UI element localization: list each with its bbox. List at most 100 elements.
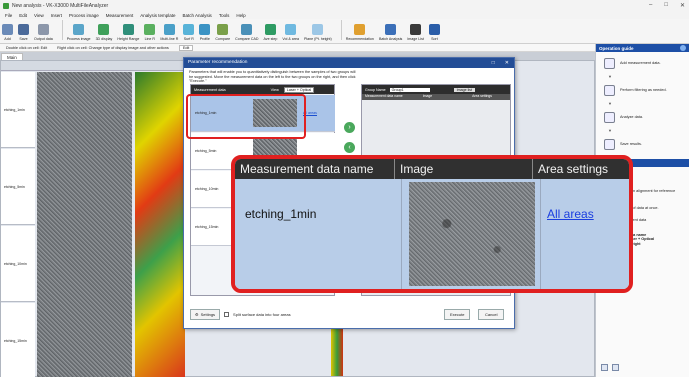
- volume-icon: [285, 24, 297, 35]
- process-image-icon: [73, 24, 85, 35]
- save-icon: [18, 24, 29, 35]
- multi-line-icon: [163, 24, 175, 35]
- zoom-divider: [401, 179, 402, 289]
- menu-bar: File Edit View Insert Process image Meas…: [0, 11, 689, 19]
- tab-main[interactable]: Main: [1, 53, 23, 60]
- dialog-title-bar: Parameter recommendation □ ✕: [184, 58, 514, 68]
- guide-step-add[interactable]: Add measurement data.: [596, 52, 689, 74]
- cad-icon: [241, 24, 253, 35]
- save-button[interactable]: Save: [18, 24, 29, 41]
- zoom-divider: [540, 179, 541, 289]
- grid-image-column[interactable]: [37, 72, 132, 377]
- height-range-button[interactable]: Height Range: [117, 24, 139, 41]
- plane-height-button[interactable]: Plane (Pt. height): [304, 24, 332, 41]
- zoom-thumbnail: [409, 182, 535, 286]
- scroll-down-icon[interactable]: [612, 364, 619, 371]
- gear-icon: ⚙: [195, 311, 199, 317]
- surf-icon: [183, 24, 195, 35]
- guide-step-analyze[interactable]: Analyze data.: [596, 106, 689, 128]
- ave-step-button[interactable]: Ave step: [263, 24, 277, 41]
- zoom-all-areas-link[interactable]: All areas: [547, 207, 594, 221]
- batch-icon: [385, 24, 397, 35]
- dialog-maximize-icon[interactable]: □: [492, 60, 495, 66]
- compare-button[interactable]: Compare: [215, 24, 230, 41]
- height-icon: [122, 24, 134, 35]
- output-icon: [37, 24, 49, 35]
- add-icon: [2, 24, 13, 35]
- grid-row-label[interactable]: etching_15min: [1, 303, 35, 377]
- menu-edit[interactable]: Edit: [19, 13, 27, 18]
- menu-help[interactable]: Help: [236, 13, 245, 18]
- view-select[interactable]: Laser + Optical: [283, 86, 315, 93]
- recommendation-button[interactable]: Recommendation: [346, 24, 374, 41]
- minimize-icon[interactable]: –: [649, 2, 652, 9]
- profile-icon: [199, 24, 211, 35]
- menu-file[interactable]: File: [5, 13, 12, 18]
- guide-step-save[interactable]: Save results.: [596, 133, 689, 155]
- edit-button[interactable]: Edit: [178, 44, 194, 51]
- save-results-icon: [604, 138, 615, 150]
- move-right-button[interactable]: ›: [344, 122, 355, 133]
- process-image-button[interactable]: Process image: [67, 24, 91, 41]
- ribbon-separator: [61, 20, 63, 40]
- menu-measurement[interactable]: Measurement: [106, 13, 134, 18]
- dialog-footer: ⚙ Settings Split surface data into four a…: [190, 307, 510, 321]
- sort-button[interactable]: Sort: [428, 24, 440, 41]
- image-list-button[interactable]: Image List: [407, 24, 424, 41]
- group-columns: Measurement data name Image Area setting…: [362, 94, 510, 100]
- add-button[interactable]: Add: [2, 24, 13, 41]
- grid-row-label[interactable]: etching_10min: [1, 226, 35, 302]
- filter-icon: [604, 84, 615, 96]
- grid-row-label[interactable]: etching_1min: [1, 72, 35, 148]
- ribbon-toolbar: Add Save Output data Process image 3D di…: [0, 19, 689, 44]
- multi-line-r-button[interactable]: Multi-line R: [160, 24, 178, 41]
- move-left-button[interactable]: ‹: [344, 142, 355, 153]
- zoom-data-name: etching_1min: [245, 207, 317, 221]
- image-list-icon: [410, 24, 422, 35]
- surf-r-button[interactable]: Surf R: [183, 24, 195, 41]
- menu-insert[interactable]: Insert: [51, 13, 62, 18]
- compare-cad-button[interactable]: Compare CAD: [235, 24, 258, 41]
- zoom-header: Measurement data name Image Area setting…: [235, 159, 629, 179]
- zoom-col-area: Area settings: [538, 162, 609, 176]
- profile-button[interactable]: Profile: [199, 24, 211, 41]
- app-icon: [3, 2, 9, 9]
- menu-process-image[interactable]: Process image: [69, 13, 99, 18]
- hint-bar: Double click on cell: Edit Right click o…: [0, 44, 595, 52]
- grid-row-label[interactable]: etching_5min: [1, 149, 35, 225]
- menu-batch-analysis[interactable]: Batch Analysis: [183, 13, 212, 18]
- split-checkbox[interactable]: [224, 311, 230, 317]
- group-header: Group Name Group1 Image list: [362, 85, 510, 94]
- image-list-button[interactable]: Image list: [453, 87, 475, 92]
- close-icon[interactable]: ✕: [680, 2, 685, 9]
- line-r-button[interactable]: Line R: [144, 24, 156, 41]
- recommendation-icon: [354, 24, 366, 35]
- batch-analysis-button[interactable]: Batch Analysis: [379, 24, 402, 41]
- split-label: Split surface data into four areas: [233, 311, 291, 317]
- analyze-icon: [604, 111, 615, 123]
- group-name-input[interactable]: Group1: [389, 87, 430, 92]
- output-data-button[interactable]: Output data: [34, 24, 53, 41]
- help-icon[interactable]: [680, 45, 686, 51]
- guide-step-filter[interactable]: Perform filtering as needed.: [596, 79, 689, 101]
- operation-guide-title: Operation guide: [596, 44, 689, 52]
- cancel-button[interactable]: Cancel: [478, 308, 505, 320]
- maximize-icon[interactable]: □: [664, 2, 668, 9]
- dialog-description: Parameters that will enable you to quant…: [189, 70, 356, 83]
- vol-area-button[interactable]: Vol & area: [282, 24, 299, 41]
- plane-icon: [312, 24, 324, 35]
- double-click-hint: Double click on cell: Edit: [6, 45, 48, 50]
- menu-analysis-template[interactable]: Analysis template: [140, 13, 175, 18]
- measurement-list-header: Measurement data View Laser + Optical: [191, 85, 334, 94]
- menu-view[interactable]: View: [34, 13, 44, 18]
- grid-heatmap-column[interactable]: [135, 72, 185, 377]
- settings-button[interactable]: ⚙ Settings: [190, 308, 221, 320]
- 3d-display-button[interactable]: 3D display: [96, 24, 112, 41]
- window-title: New analysis - VK-X3000 MultiFileAnalyze…: [12, 2, 109, 9]
- dialog-close-icon[interactable]: ✕: [505, 60, 509, 66]
- menu-tools[interactable]: Tools: [219, 13, 230, 18]
- ribbon-separator: [340, 20, 342, 40]
- execute-button[interactable]: Execute: [444, 308, 471, 320]
- scroll-up-icon[interactable]: [601, 364, 608, 371]
- title-bar: New analysis - VK-X3000 MultiFileAnalyze…: [0, 0, 689, 11]
